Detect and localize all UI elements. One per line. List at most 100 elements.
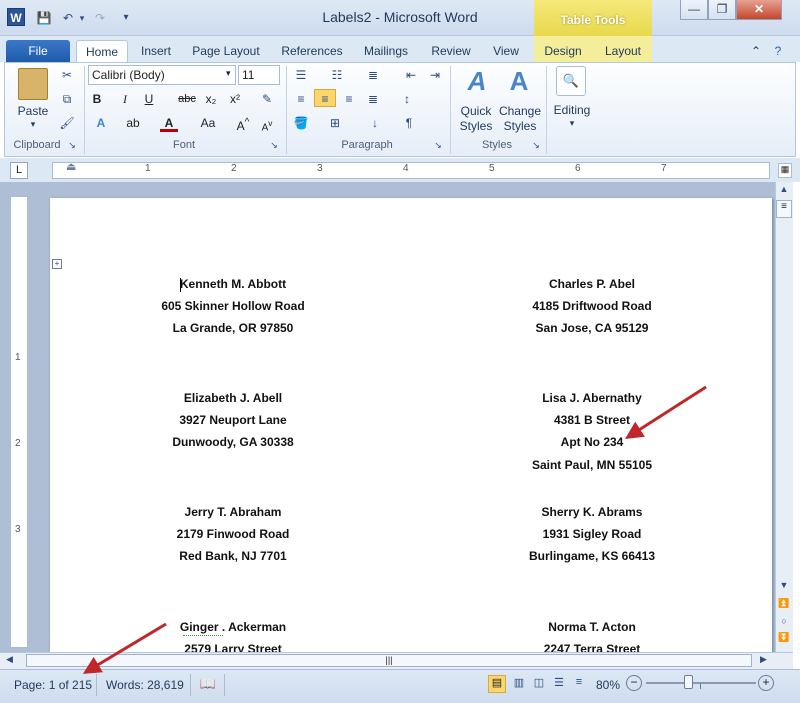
center-align-button[interactable]: ≡ [314,89,336,107]
font-launcher-icon[interactable]: ↘ [268,139,280,151]
tab-page-layout[interactable]: Page Layout [186,40,266,62]
quick-styles-line2[interactable]: Styles [452,119,500,133]
scroll-up-icon[interactable]: ▲ [776,184,792,198]
select-browse-object-icon[interactable]: ○ [776,616,792,626]
font-name-combo[interactable]: Calibri (Body) [88,65,236,85]
shading-icon[interactable]: 🪣 [292,114,310,132]
editing-button[interactable]: Editing [548,103,596,117]
label-name[interactable]: Jerry T. Abraham [123,505,343,519]
tab-home[interactable]: Home [76,40,128,62]
previous-page-icon[interactable]: ⏫ [776,598,792,609]
label-name[interactable]: Charles P. Abel [482,277,702,291]
highlight-icon[interactable]: ab [124,114,142,132]
print-layout-view-icon[interactable]: ▤ [488,675,506,693]
label-street[interactable]: 2179 Finwood Road [123,527,343,541]
scroll-down-icon[interactable]: ▼ [776,580,792,594]
draft-view-icon[interactable]: ≡ [570,676,588,688]
zoom-out-button[interactable]: − [626,675,642,691]
change-styles-line1[interactable]: Change [496,104,544,118]
maximize-button[interactable]: ❐ [708,0,736,20]
tab-design[interactable]: Design [538,40,588,62]
clear-formatting-icon[interactable]: ✎ [258,90,276,108]
tab-review[interactable]: Review [426,40,476,62]
tab-mailings[interactable]: Mailings [356,40,416,62]
align-right-icon[interactable]: ≡ [340,90,358,108]
view-ruler-icon[interactable]: ▦ [778,163,792,178]
multilevel-list-icon[interactable]: ≣ [364,66,382,84]
zoom-slider-track[interactable] [646,682,756,684]
zoom-level[interactable]: 80% [596,678,620,692]
label-street[interactable]: 3927 Neuport Lane [123,413,343,427]
help-icon[interactable]: ? [768,40,788,62]
superscript-button[interactable]: x² [226,90,244,108]
label-city[interactable]: Dunwoody, GA 30338 [123,435,343,449]
vertical-ruler[interactable] [10,196,28,648]
paste-button[interactable]: Paste [10,104,56,118]
increase-indent-icon[interactable]: ⇥ [426,66,444,84]
indent-marker-icon[interactable]: ⏏ [66,160,76,173]
label-city[interactable]: La Grande, OR 97850 [123,321,343,335]
font-name-dropdown-icon[interactable]: ▾ [226,68,231,79]
format-painter-icon[interactable]: 🖌 [58,114,76,132]
tab-view[interactable]: View [484,40,528,62]
align-left-icon[interactable]: ≡ [292,90,310,108]
scroll-left-icon[interactable]: ◀ [6,654,13,665]
hscroll-thumb[interactable]: ||| [26,654,752,667]
cut-icon[interactable]: ✂ [58,66,76,84]
tab-insert[interactable]: Insert [134,40,178,62]
label-street[interactable]: 1931 Sigley Road [482,527,702,541]
strikethrough-button[interactable]: abc [176,90,198,108]
label-city[interactable]: San Jose, CA 95129 [482,321,702,335]
label-extra[interactable]: Apt No 234 [482,435,702,449]
zoom-in-button[interactable]: + [758,675,774,691]
label-city[interactable]: Red Bank, NJ 7701 [123,549,343,563]
binoculars-icon[interactable]: 🔍 [556,66,586,96]
tab-references[interactable]: References [276,40,348,62]
label-street[interactable]: 4381 B Street [482,413,702,427]
word-count-status[interactable]: Words: 28,619 [106,678,184,692]
label-city[interactable]: Burlingame, KS 66413 [482,549,702,563]
label-name[interactable]: Norma T. Acton [482,620,702,634]
quick-styles-line1[interactable]: Quick [452,104,500,118]
copy-icon[interactable]: ⧉ [58,90,76,108]
borders-icon[interactable]: ⊞ [326,114,344,132]
zoom-slider-thumb[interactable] [684,675,693,689]
paste-dropdown-icon[interactable]: ▾ [10,119,56,130]
underline-button[interactable]: U [140,90,158,108]
decrease-indent-icon[interactable]: ⇤ [402,66,420,84]
editing-dropdown-icon[interactable]: ▾ [548,118,596,129]
proofing-errors-icon[interactable]: 📖 [198,676,218,694]
close-button[interactable]: ✕ [736,0,782,20]
web-layout-icon[interactable]: ◫ [530,676,548,689]
label-name[interactable]: Kenneth M. Abbott [123,277,343,291]
label-street[interactable]: 2579 Larry Street [123,642,343,652]
next-page-icon[interactable]: ⏬ [776,632,792,643]
label-street[interactable]: 2247 Terra Street [482,642,702,652]
label-city[interactable]: Saint Paul, MN 55105 [482,458,702,472]
tab-layout[interactable]: Layout [598,40,648,62]
label-street[interactable]: 4185 Driftwood Road [482,299,702,313]
label-name[interactable]: Sherry K. Abrams [482,505,702,519]
numbering-icon[interactable]: ☷ [328,66,346,84]
page-count-status[interactable]: Page: 1 of 215 [14,678,92,692]
clipboard-launcher-icon[interactable]: ↘ [66,139,78,151]
change-styles-line2[interactable]: Styles [496,119,544,133]
bold-button[interactable]: B [88,90,106,108]
sort-icon[interactable]: ↓ [366,114,384,132]
italic-button[interactable]: I [116,90,134,108]
quick-styles-icon[interactable]: A [462,66,492,98]
scroll-right-icon[interactable]: ▶ [760,654,767,665]
tab-selector[interactable]: L [10,162,28,179]
scroll-thumb[interactable]: ≡ [776,200,792,218]
minimize-ribbon-icon[interactable]: ⌃ [748,40,764,62]
shrink-font-icon[interactable]: Av [258,114,276,133]
styles-launcher-icon[interactable]: ↘ [530,139,542,151]
minimize-button[interactable]: — [680,0,708,20]
justify-icon[interactable]: ≣ [364,90,382,108]
show-hide-marks-icon[interactable]: ¶ [400,114,418,132]
tab-file[interactable]: File [6,40,70,62]
table-move-handle-icon[interactable]: + [52,259,62,269]
text-effects-icon[interactable]: A [92,114,110,132]
grow-font-icon[interactable]: A^ [234,114,252,133]
font-size-combo[interactable]: 11 [238,65,280,85]
